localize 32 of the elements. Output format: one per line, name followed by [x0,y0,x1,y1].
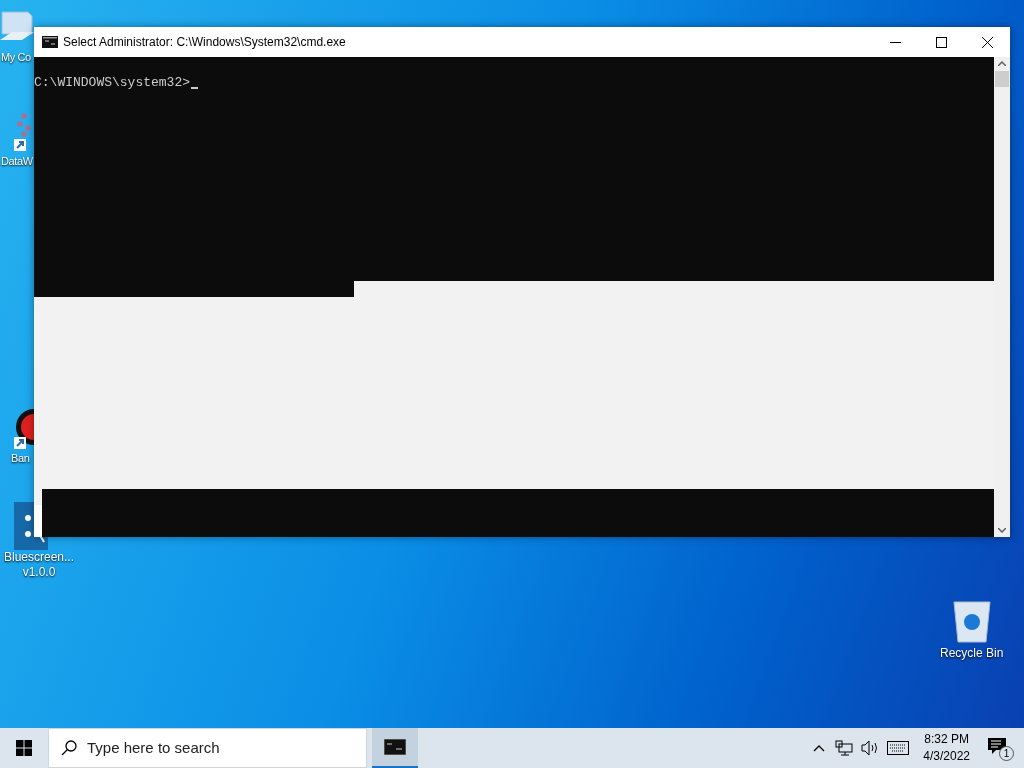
search-input[interactable]: Type here to search [87,736,366,760]
window-title: Select Administrator: C:\Windows\System32\cmd.exe [63,34,347,51]
terminal-icon [384,739,406,755]
text-cursor [191,87,199,89]
terminal-icon [42,36,58,48]
scrollbar[interactable] [994,57,1010,537]
maximize-icon [935,36,947,48]
close-icon [981,36,993,48]
scroll-down-icon[interactable] [998,528,1006,533]
minimize-icon [889,41,901,43]
icon-label[interactable]: Bluescreen... v1.0.0 [0,550,78,580]
scrollbar-thumb[interactable] [995,71,1009,87]
chevron-up-icon[interactable] [813,744,826,752]
clock-date: 4/3/2022 [923,748,970,765]
windows-icon [16,740,32,756]
console-area[interactable]: C:\WINDOWS\system32> [34,57,994,281]
notification-badge: 1 [999,746,1014,761]
command-prompt: C:\WINDOWS\system32> [34,74,191,92]
keyboard-icon[interactable] [887,741,910,755]
search-field[interactable]: Type here to search [48,728,367,768]
scroll-up-icon[interactable] [998,61,1006,66]
icon-label[interactable]: Recycle Bin [940,644,1004,662]
icon-label[interactable]: DataW [1,154,33,169]
speaker-icon[interactable] [861,740,880,756]
clock[interactable]: 8:32 PM 4/3/2022 [923,731,970,765]
icon-label[interactable]: Ban [11,451,30,466]
network-icon[interactable] [835,740,854,756]
search-icon [61,740,77,756]
clock-time: 8:32 PM [924,731,969,748]
icon-label[interactable]: My Co [1,50,31,65]
recycle-bin-icon [951,600,992,644]
terminal-taskbar-button[interactable] [372,728,418,768]
